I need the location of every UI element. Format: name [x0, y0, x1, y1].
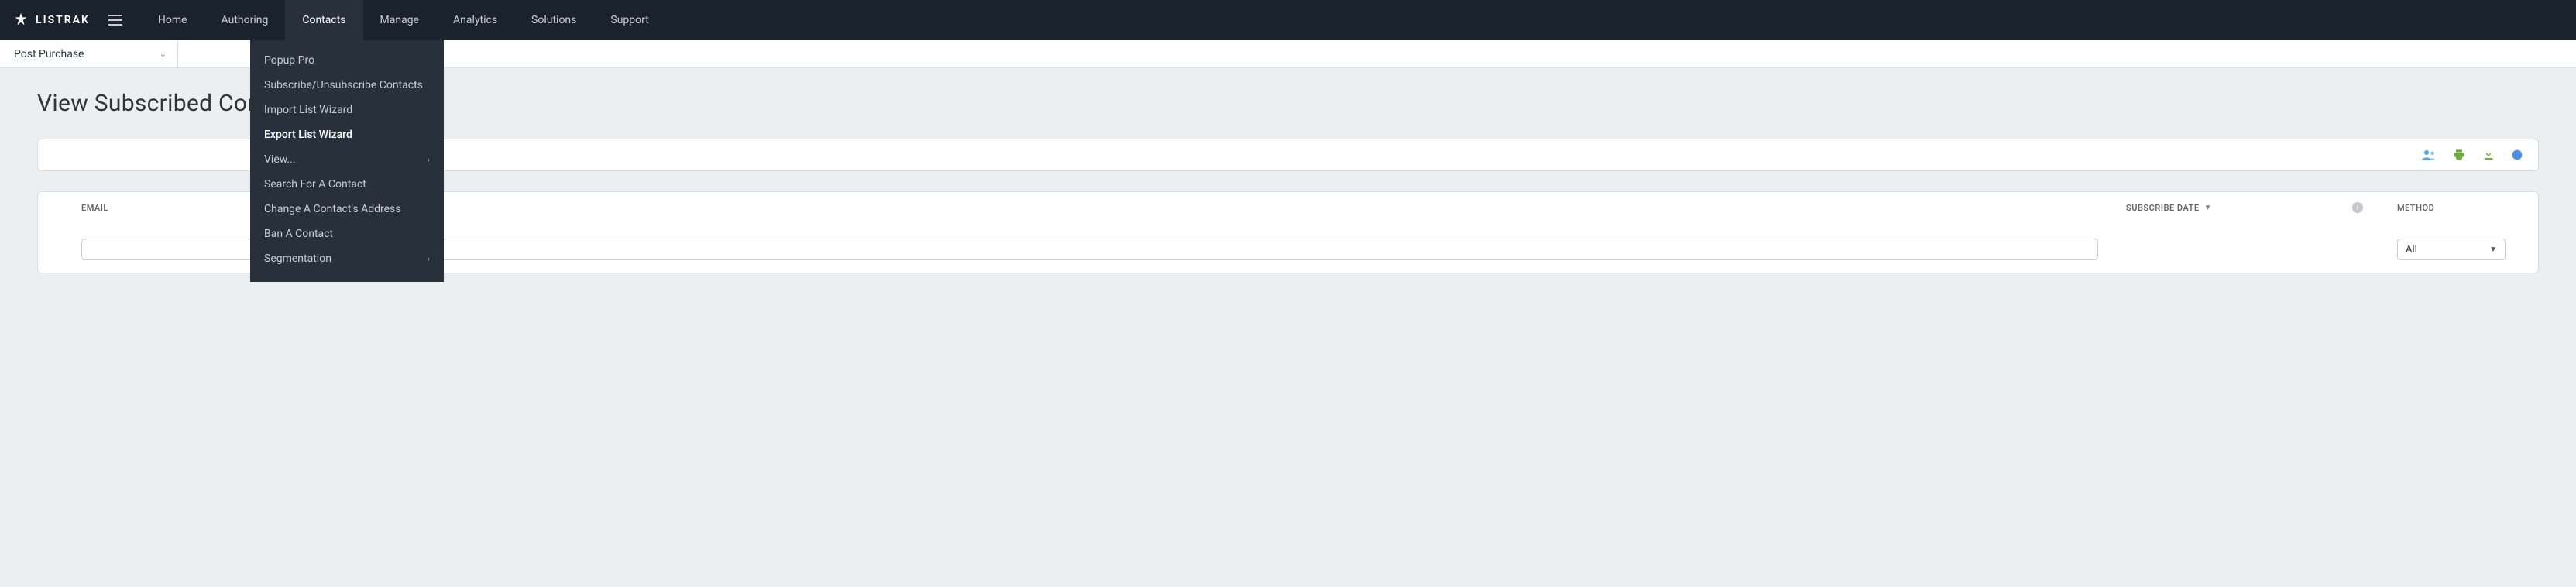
print-icon[interactable]	[2453, 149, 2465, 161]
brand-logo[interactable]: LISTRAK	[12, 12, 90, 29]
chevron-right-icon: ›	[427, 253, 430, 264]
nav-home[interactable]: Home	[141, 0, 204, 40]
nav-contacts[interactable]: Contacts	[285, 0, 362, 40]
dropdown-search-contact[interactable]: Search For A Contact	[250, 172, 444, 197]
download-icon[interactable]	[2482, 149, 2495, 161]
chevron-right-icon: ›	[427, 154, 430, 165]
column-header-label: EMAIL	[81, 203, 108, 213]
method-filter-select[interactable]: All ▼	[2397, 239, 2506, 260]
dropdown-item-label: Ban A Contact	[264, 228, 333, 240]
dropdown-item-label: Change A Contact's Address	[264, 203, 400, 215]
nav-support[interactable]: Support	[593, 0, 665, 40]
brand-name: LISTRAK	[36, 14, 90, 26]
column-header-label: METHOD	[2397, 203, 2434, 213]
dropdown-item-label: Import List Wizard	[264, 104, 352, 116]
column-header-method[interactable]: METHOD	[2397, 200, 2524, 215]
dropdown-segmentation[interactable]: Segmentation ›	[250, 246, 444, 271]
nav-analytics[interactable]: Analytics	[436, 0, 514, 40]
chevron-down-icon: ⌄	[160, 49, 167, 59]
dropdown-item-label: Search For A Contact	[264, 178, 366, 191]
list-selector[interactable]: Post Purchase ⌄	[0, 40, 178, 67]
dropdown-subscribe-unsubscribe[interactable]: Subscribe/Unsubscribe Contacts	[250, 73, 444, 98]
dropdown-item-label: Segmentation	[264, 252, 331, 265]
add-contact-icon[interactable]	[2422, 149, 2436, 160]
info-tooltip-icon[interactable]: i	[2352, 202, 2363, 213]
dropdown-view[interactable]: View... ›	[250, 147, 444, 172]
nav-authoring[interactable]: Authoring	[204, 0, 286, 40]
caret-down-icon: ▼	[2489, 245, 2497, 254]
dropdown-item-label: Export List Wizard	[264, 129, 352, 141]
dropdown-import-list-wizard[interactable]: Import List Wizard	[250, 98, 444, 122]
list-selector-value: Post Purchase	[14, 48, 84, 60]
sort-desc-icon: ▼	[2204, 204, 2212, 212]
dropdown-item-label: View...	[264, 153, 296, 166]
dropdown-popup-pro[interactable]: Popup Pro	[250, 48, 444, 73]
menu-toggle-icon[interactable]	[104, 10, 127, 30]
dropdown-item-label: Popup Pro	[264, 54, 314, 67]
dropdown-change-address[interactable]: Change A Contact's Address	[250, 197, 444, 221]
method-filter-value: All	[2406, 244, 2417, 256]
logo-icon	[12, 12, 29, 29]
dropdown-ban-contact[interactable]: Ban A Contact	[250, 221, 444, 246]
top-nav: LISTRAK Home Authoring Contacts Manage A…	[0, 0, 2576, 40]
column-header-label: SUBSCRIBE DATE	[2126, 203, 2200, 213]
info-icon[interactable]	[2512, 149, 2523, 160]
column-header-subscribe-date[interactable]: SUBSCRIBE DATE ▼	[2126, 200, 2212, 215]
nav-solutions[interactable]: Solutions	[514, 0, 593, 40]
dropdown-export-list-wizard[interactable]: Export List Wizard	[250, 122, 444, 147]
dropdown-item-label: Subscribe/Unsubscribe Contacts	[264, 79, 423, 91]
nav-manage[interactable]: Manage	[363, 0, 436, 40]
contacts-dropdown: Popup Pro Subscribe/Unsubscribe Contacts…	[250, 40, 444, 282]
